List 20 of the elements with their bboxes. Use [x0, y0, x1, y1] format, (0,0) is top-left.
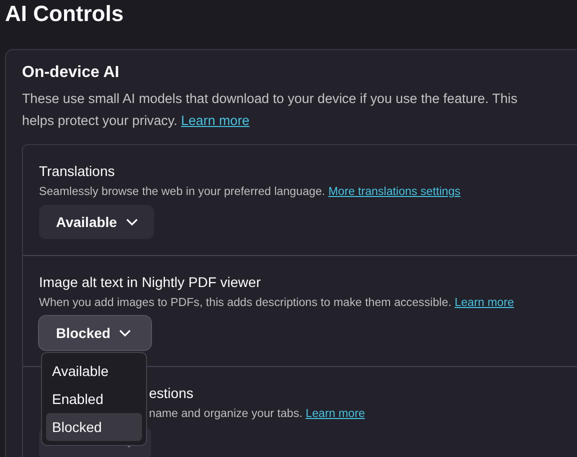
- feature-title: Translations: [39, 162, 116, 181]
- menu-item[interactable]: Available: [46, 357, 142, 385]
- section-description: These use small AI models that download to your device if you use the feature. This helps protect your privacy. Learn more: [22, 90, 518, 130]
- dropdown-button[interactable]: Blocked: [39, 316, 151, 350]
- feature-description: name and organize your tabs. Learn more: [149, 406, 365, 422]
- feature-title: Image alt text in Nightly PDF viewer: [39, 273, 262, 292]
- learn-more-link[interactable]: Learn more: [454, 296, 514, 309]
- caret-icon: [119, 329, 132, 337]
- learn-more-link[interactable]: More translations settings: [328, 185, 460, 198]
- menu-item[interactable]: Blocked: [46, 413, 142, 441]
- learn-more-link[interactable]: Learn more: [306, 407, 365, 420]
- dropdown-button[interactable]: Available: [39, 205, 154, 239]
- feature-description: When you add images to PDFs, this adds descriptions to make them accessible. Learn more: [39, 295, 515, 311]
- learn-more-link[interactable]: Learn more: [181, 113, 250, 128]
- section-title: On-device AI: [22, 63, 120, 83]
- menu-item[interactable]: Enabled: [46, 385, 142, 413]
- feature-title: estions: [149, 384, 194, 403]
- feature-description: Seamlessly browse the web in your preferred language. More translations settings: [39, 184, 462, 200]
- page-title: AI Controls: [5, 0, 125, 27]
- caret-icon: [126, 218, 138, 226]
